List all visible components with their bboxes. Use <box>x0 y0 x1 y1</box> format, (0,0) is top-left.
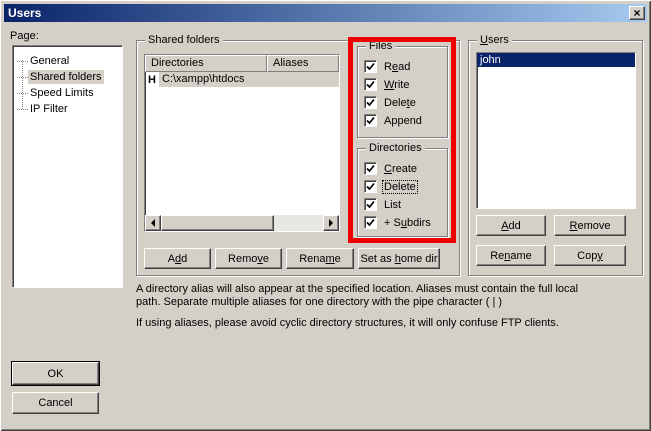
check-icon <box>366 98 375 107</box>
title-bar[interactable]: Users × <box>4 4 647 22</box>
append-checkbox[interactable] <box>364 114 377 127</box>
subdirs-checkbox[interactable] <box>364 216 377 229</box>
create-permission: Create <box>364 161 418 176</box>
ok-button[interactable]: OK <box>12 362 99 385</box>
dir-delete-label: Delete <box>383 181 417 193</box>
write-label: Write <box>383 79 410 91</box>
folder-remove-button[interactable]: Remove <box>215 248 282 269</box>
arrow-left-icon <box>147 219 155 227</box>
page-item-label: Speed Limits <box>28 86 96 100</box>
check-icon <box>366 218 375 227</box>
button-label: Set as home dir <box>360 253 437 265</box>
close-icon: × <box>633 8 640 18</box>
read-checkbox[interactable] <box>364 60 377 73</box>
alias-help-text: A directory alias will also appear at th… <box>136 283 646 330</box>
button-label: Remove <box>570 220 611 232</box>
check-icon <box>366 182 375 191</box>
help-line: A directory alias will also appear at th… <box>136 283 646 296</box>
scroll-left-button[interactable] <box>145 215 161 231</box>
check-icon <box>366 200 375 209</box>
read-label: Read <box>383 61 411 73</box>
home-dir-flag: H <box>145 74 159 86</box>
list-permission: List <box>364 197 402 212</box>
horizontal-scrollbar[interactable] <box>145 215 339 231</box>
user-row-selected[interactable]: john <box>477 53 635 67</box>
list-header: Directories Aliases <box>145 55 339 72</box>
folder-rename-button[interactable]: Rename <box>286 248 354 269</box>
subdirs-label: + Subdirs <box>383 217 432 229</box>
read-permission: Read <box>364 59 411 74</box>
create-checkbox[interactable] <box>364 162 377 175</box>
page-list[interactable]: General Shared folders Speed Limits IP F… <box>12 45 123 288</box>
create-label: Create <box>383 163 418 175</box>
column-label: Directories <box>151 57 204 69</box>
check-icon <box>366 164 375 173</box>
directory-path: C:\xampp\htdocs <box>159 72 339 87</box>
file-delete-permission: Delete <box>364 95 417 110</box>
button-label: Add <box>501 220 521 232</box>
directories-group-label: Directories <box>366 142 425 154</box>
files-group-label: Files <box>366 40 395 52</box>
window-title: Users <box>4 6 629 20</box>
check-icon <box>366 62 375 71</box>
button-label: Rename <box>490 250 532 262</box>
user-remove-button[interactable]: Remove <box>554 215 626 236</box>
page-label: Page: <box>10 30 39 42</box>
page-item-ip-filter[interactable]: IP Filter <box>13 101 122 117</box>
write-checkbox[interactable] <box>364 78 377 91</box>
page-item-general[interactable]: General <box>13 53 122 69</box>
check-icon <box>366 80 375 89</box>
file-delete-label: Delete <box>383 97 417 109</box>
page-item-label: General <box>28 54 71 68</box>
users-group-label: Users <box>477 34 512 46</box>
dir-delete-permission: Delete <box>364 179 417 194</box>
user-rename-button[interactable]: Rename <box>476 245 546 266</box>
button-label: Copy <box>577 250 603 262</box>
help-line: If using aliases, please avoid cyclic di… <box>136 317 646 330</box>
dir-delete-checkbox[interactable] <box>364 180 377 193</box>
button-label: Cancel <box>38 397 72 409</box>
subdirs-permission: + Subdirs <box>364 215 432 230</box>
page-item-shared-folders[interactable]: Shared folders <box>13 69 122 85</box>
scroll-right-button[interactable] <box>323 215 339 231</box>
list-label: List <box>383 199 402 211</box>
user-copy-button[interactable]: Copy <box>554 245 626 266</box>
button-label: Rename <box>299 253 341 265</box>
scrollbar-thumb[interactable] <box>161 215 274 231</box>
arrow-right-icon <box>329 219 337 227</box>
cancel-button[interactable]: Cancel <box>12 392 99 414</box>
column-header-directories[interactable]: Directories <box>145 55 267 72</box>
button-label: Add <box>168 253 188 265</box>
tree-connector-line <box>22 60 23 109</box>
page-item-label-selected: Shared folders <box>28 70 104 84</box>
folder-add-button[interactable]: Add <box>144 248 211 269</box>
users-dialog: Users × Page: General Shared folders Spe… <box>0 0 651 431</box>
column-header-aliases[interactable]: Aliases <box>267 55 339 72</box>
shared-folders-group-label: Shared folders <box>145 34 223 46</box>
user-add-button[interactable]: Add <box>476 215 546 236</box>
set-as-home-dir-button[interactable]: Set as home dir <box>358 248 440 269</box>
button-label: Remove <box>228 253 269 265</box>
page-item-label: IP Filter <box>28 102 70 116</box>
directory-row[interactable]: H C:\xampp\htdocs <box>145 72 339 87</box>
button-label: OK <box>48 368 64 380</box>
users-list[interactable]: john <box>476 52 636 209</box>
help-line: path. Separate multiple aliases for one … <box>136 296 646 309</box>
check-icon <box>366 116 375 125</box>
directories-list[interactable]: Directories Aliases H C:\xampp\htdocs <box>144 54 340 232</box>
column-label: Aliases <box>273 57 308 69</box>
list-checkbox[interactable] <box>364 198 377 211</box>
append-label: Append <box>383 115 423 127</box>
write-permission: Write <box>364 77 410 92</box>
file-delete-checkbox[interactable] <box>364 96 377 109</box>
page-item-speed-limits[interactable]: Speed Limits <box>13 85 122 101</box>
close-button[interactable]: × <box>629 6 645 20</box>
append-permission: Append <box>364 113 423 128</box>
